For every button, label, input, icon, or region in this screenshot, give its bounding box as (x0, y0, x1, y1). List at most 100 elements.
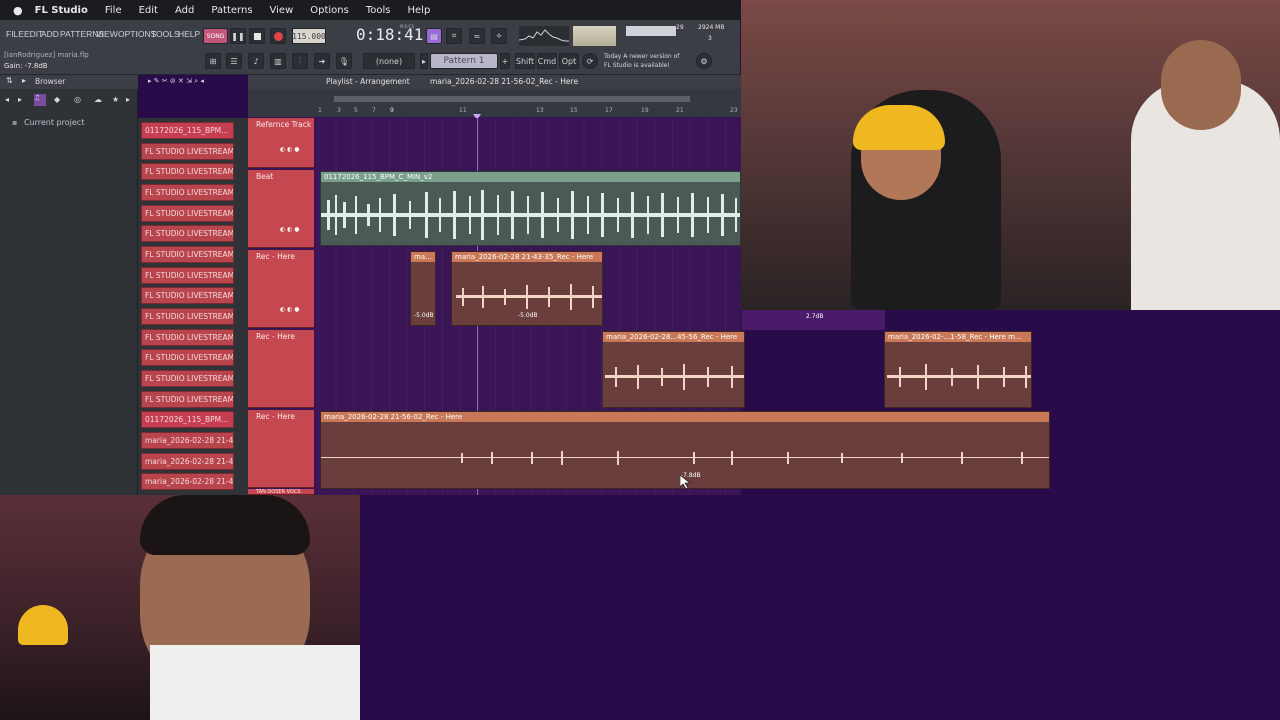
track-header[interactable]: Rec - Here (248, 410, 314, 488)
waveform (321, 451, 1049, 465)
channel-button[interactable]: 01172026_115_BPM... (141, 411, 234, 428)
audio-clip-rec[interactable]: maria_2026-02-28 21-43-35_Rec - Here -5.… (451, 251, 603, 326)
opt-key[interactable]: Opt (559, 53, 579, 69)
channel-button[interactable]: FL STUDIO LIVESTREAM T... (141, 391, 234, 408)
channel-button[interactable]: FL STUDIO LIVESTREAM T... (141, 308, 234, 325)
audio-clip-rec[interactable]: ma... -5.0dB (410, 251, 436, 326)
channel-rack-button[interactable]: ➜ (314, 53, 330, 69)
apple-icon[interactable]: ● (13, 4, 23, 17)
fl-menu-view[interactable]: VIEW (96, 29, 118, 39)
track-header[interactable]: Beat ◐ ◐ ● (248, 170, 314, 248)
pattern-mode-button[interactable]: ▤ (426, 28, 442, 44)
cmd-key[interactable]: Cmd (537, 53, 557, 69)
record-button[interactable] (270, 28, 286, 44)
channel-button[interactable]: FL STUDIO LIVESTREAM T... (141, 143, 234, 160)
timeline-ruler[interactable]: 1 3 5 7 9 11 13 15 17 19 21 23 (318, 107, 738, 117)
channel-button[interactable]: FL STUDIO LIVESTREAM T... (141, 287, 234, 304)
menu-options[interactable]: Options (310, 5, 349, 16)
pattern-prev-button[interactable]: ▸ (420, 53, 428, 69)
filter-all-icon[interactable]: ♫ (34, 94, 46, 106)
menu-edit[interactable]: Edit (139, 5, 158, 16)
menu-patterns[interactable]: Patterns (211, 5, 252, 16)
menu-file[interactable]: File (105, 5, 122, 16)
audio-filter-icon[interactable]: ◆ (54, 95, 60, 104)
clip-title: ma... (411, 252, 435, 262)
snap-icon-button[interactable]: ⊞ (205, 53, 221, 69)
mic-button[interactable]: 🎙 (336, 53, 352, 69)
channel-button[interactable]: FL STUDIO LIVESTREAM T... (141, 267, 234, 284)
audio-clip-rec[interactable]: maria_2026-02-...1-58_Rec - Here m... (884, 331, 1032, 408)
fl-menu-add[interactable]: ADD (41, 29, 59, 39)
snap-select[interactable]: (none) (363, 53, 415, 69)
piano-roll-button[interactable]: ♪ (248, 53, 264, 69)
wait-button[interactable]: ≈ (469, 28, 485, 44)
wait-icon: ≈ (473, 31, 481, 41)
clip-title: 01172026_115_BPM_C_MIN_v2 (321, 172, 740, 182)
stop-button[interactable] (249, 28, 265, 44)
track-header[interactable]: Rec - Here ◐ ◐ ● (248, 250, 314, 328)
track-controls[interactable]: ◐ ◐ ● (280, 226, 300, 233)
menu-help[interactable]: Help (408, 5, 431, 16)
step-button[interactable]: ⌗ (446, 28, 462, 44)
menu-add[interactable]: Add (175, 5, 194, 16)
region-gain: 2.7dB (806, 313, 824, 320)
channel-button[interactable]: FL STUDIO LIVESTREAM T... (141, 349, 234, 366)
more-icon[interactable]: ▸ (126, 95, 130, 104)
playhead-marker[interactable] (473, 107, 481, 120)
track-header[interactable]: Rec - Here (248, 330, 314, 408)
waveform (887, 364, 1031, 390)
pattern-selector[interactable]: Pattern 1 (430, 53, 498, 69)
refresh-icon: ⟳ (586, 56, 594, 66)
waveform (605, 364, 744, 390)
song-mode-button[interactable]: SONG (203, 28, 228, 44)
metronome-icon: ⟡ (496, 31, 502, 40)
channel-button[interactable]: FL STUDIO LIVESTREAM T... (141, 184, 234, 201)
track-controls[interactable]: ◐ ◐ ● (280, 146, 300, 153)
plugin-filter-icon[interactable]: ◎ (74, 95, 81, 104)
channel-button[interactable]: FL STUDIO LIVESTREAM T... (141, 370, 234, 387)
fl-menu-file[interactable]: FILE (6, 29, 24, 39)
tempo-display[interactable]: 115.000 (292, 28, 326, 44)
time-unit: M:S:CS (400, 24, 415, 29)
channel-button[interactable]: FL STUDIO LIVESTREAM T... (141, 246, 234, 263)
news-button[interactable]: ⟳ (582, 53, 598, 69)
shift-key[interactable]: Shift (515, 53, 535, 69)
expand-icon[interactable]: ▸ (18, 95, 22, 104)
app-menu[interactable]: FL Studio (35, 5, 88, 16)
fl-menu-tools[interactable]: TOOLS (151, 29, 180, 39)
cloud-icon[interactable]: ☁ (94, 95, 102, 104)
channel-button[interactable]: maria_2026-02-28 21-4... (141, 432, 234, 449)
audio-clip-beat[interactable]: 01172026_115_BPM_C_MIN_v2 (320, 171, 741, 246)
mixer-button[interactable]: ⫶ (292, 53, 308, 69)
track-header[interactable]: Refernce Track ◐ ◐ ● (248, 118, 314, 168)
playlist-button[interactable]: ☰ (226, 53, 242, 69)
menu-tools[interactable]: Tools (366, 5, 391, 16)
clip-title: maria_2026-02-28 21-56-02_Rec - Here (321, 412, 1049, 422)
settings-button[interactable]: ⚙ (696, 53, 712, 69)
metronome-button[interactable]: ⟡ (491, 28, 507, 44)
browser-menu-icon[interactable]: ▸ (22, 76, 26, 85)
beanie-small (18, 605, 68, 645)
add-pattern-button[interactable]: + (500, 53, 510, 69)
browser-toggle-button[interactable]: ▥ (270, 53, 286, 69)
star-icon[interactable]: ★ (112, 95, 119, 104)
fl-menu-help[interactable]: HELP (178, 29, 200, 39)
pause-button[interactable]: ❚❚ (230, 28, 246, 44)
tree-item-current-project[interactable]: ▪ Current project (12, 118, 84, 127)
channel-button[interactable]: maria_2026-02-28 21-4... (141, 453, 234, 470)
channel-button[interactable]: FL STUDIO LIVESTREAM T... (141, 225, 234, 242)
menu-view[interactable]: View (270, 5, 294, 16)
channel-button[interactable]: FL STUDIO LIVESTREAM T... (141, 329, 234, 346)
selection-region[interactable]: 2.7dB (742, 310, 885, 330)
clip-gain: -5.0dB (414, 312, 434, 319)
channel-button[interactable]: maria_2026-02-28 21-4... (141, 473, 234, 490)
arrows-icon[interactable]: ⇅ (6, 76, 13, 85)
audio-clip-rec[interactable]: maria_2026-02-28...45-56_Rec - Here (602, 331, 745, 408)
channel-button[interactable]: FL STUDIO LIVESTREAM T... (141, 163, 234, 180)
channel-button[interactable]: FL STUDIO LIVESTREAM T... (141, 205, 234, 222)
snap-icon: ⊞ (209, 56, 217, 66)
track-controls[interactable]: ◐ ◐ ● (280, 306, 300, 313)
collapse-icon[interactable]: ◂ (5, 95, 9, 104)
channel-button[interactable]: 01172026_115_BPM... (141, 122, 234, 139)
overview-scrollbar[interactable] (334, 96, 690, 102)
